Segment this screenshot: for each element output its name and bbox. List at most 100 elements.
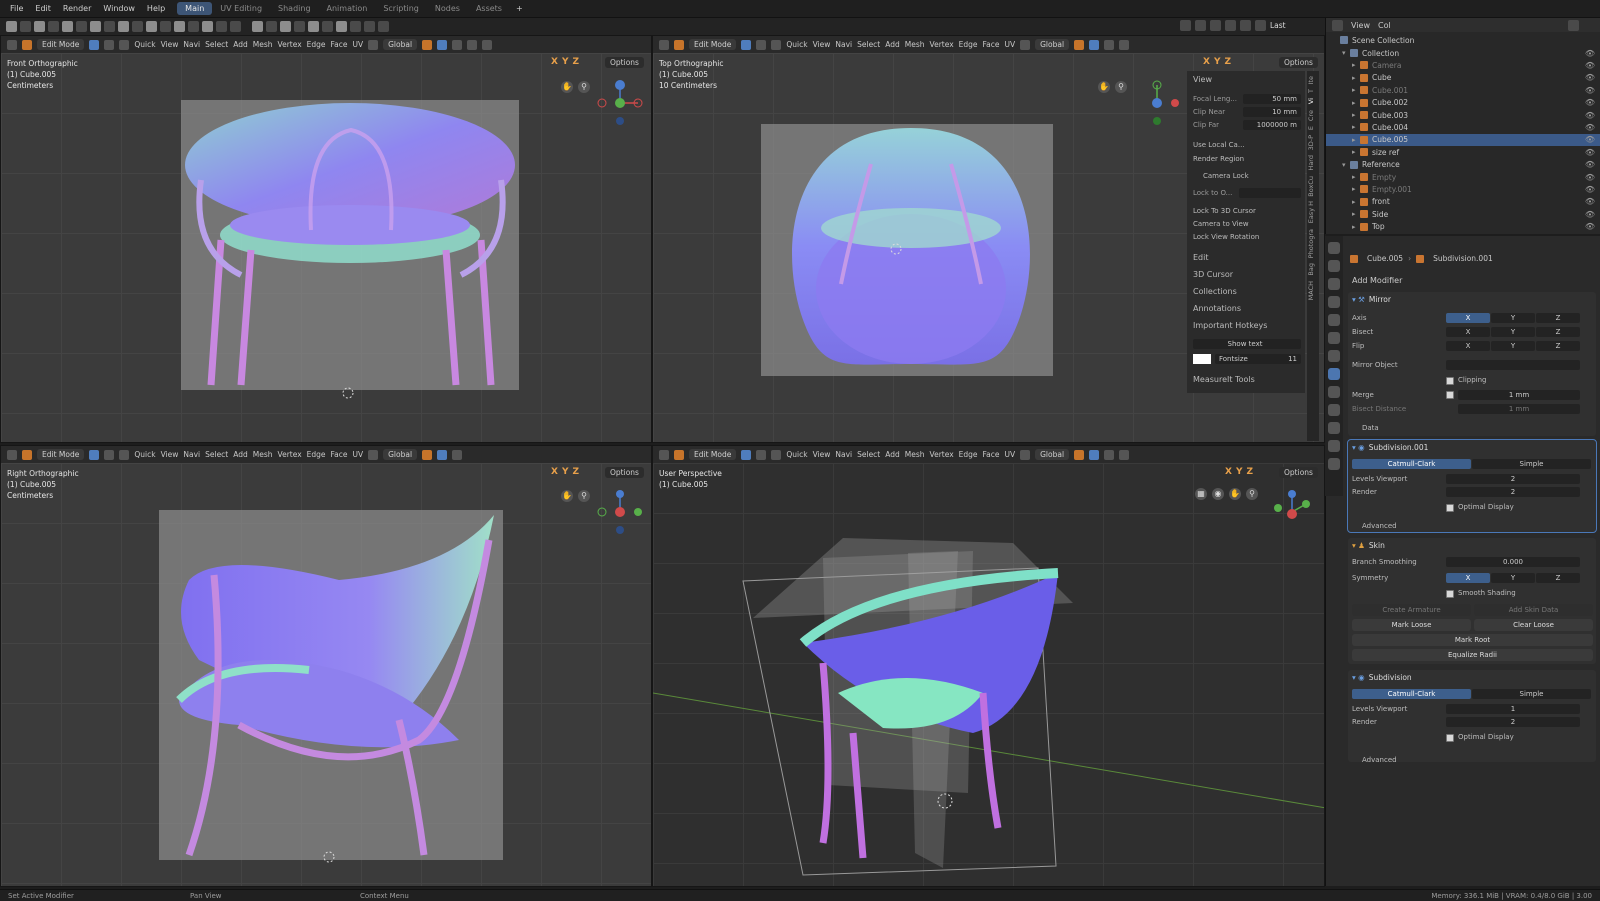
mirror-axis-z[interactable]: Z xyxy=(1536,313,1580,323)
edge-select-icon[interactable] xyxy=(104,449,115,460)
visibility-eye-icon[interactable]: 👁 xyxy=(1585,73,1595,82)
navigation-gizmo[interactable] xyxy=(1133,79,1181,127)
menu-edge[interactable]: Edge xyxy=(959,450,978,459)
menu-face[interactable]: Face xyxy=(331,450,348,459)
menu-uv[interactable]: UV xyxy=(352,40,363,49)
viewport-front[interactable]: Edit Mode Quick View Navi Select Add Mes… xyxy=(0,35,652,443)
snap-icon[interactable] xyxy=(437,449,448,460)
editor-type-icon[interactable] xyxy=(659,39,669,50)
particles-tab-icon[interactable] xyxy=(1328,386,1340,398)
outliner-row[interactable]: ▸ Cube.002 👁 xyxy=(1326,97,1600,109)
object-tab-icon[interactable] xyxy=(1328,350,1340,362)
import-icon[interactable] xyxy=(90,21,101,32)
editor-type-icon[interactable] xyxy=(7,449,17,460)
mark-root-button[interactable]: Mark Root xyxy=(1352,634,1593,646)
zoom-icon[interactable]: ⚲ xyxy=(578,81,590,93)
menu-window[interactable]: Window xyxy=(97,4,141,13)
optimal-display-checkbox[interactable] xyxy=(1446,734,1454,742)
modifier-tab-icon[interactable] xyxy=(1328,368,1340,380)
menu-vertex[interactable]: Vertex xyxy=(930,450,954,459)
lock-to-object-field[interactable] xyxy=(1239,188,1301,198)
output-tab-icon[interactable] xyxy=(1328,278,1340,290)
proportional-icon[interactable] xyxy=(452,449,463,460)
menu-view[interactable]: View xyxy=(161,450,179,459)
expand-arrow-icon[interactable]: ▸ xyxy=(1352,99,1360,107)
scene-tab-icon[interactable] xyxy=(1328,314,1340,326)
editor-type-icon[interactable] xyxy=(1332,19,1343,31)
menu-render[interactable]: Render xyxy=(57,4,97,13)
expand-arrow-icon[interactable]: ▸ xyxy=(1352,136,1360,144)
axis-y[interactable]: Y xyxy=(1214,57,1221,67)
transform-icon[interactable] xyxy=(1020,39,1031,50)
outliner-row[interactable]: ▸ Cube.001 👁 xyxy=(1326,84,1600,96)
options-dropdown[interactable]: Options xyxy=(1279,57,1318,68)
physics-tab-icon[interactable] xyxy=(1328,404,1340,416)
pivot-icon[interactable] xyxy=(1074,39,1085,50)
levels-viewport-field[interactable]: 2 xyxy=(1446,474,1580,484)
flip-y[interactable]: Y xyxy=(1491,341,1535,351)
navigation-gizmo[interactable] xyxy=(596,488,644,536)
menu-edge[interactable]: Edge xyxy=(307,450,326,459)
visibility-eye-icon[interactable]: 👁 xyxy=(1585,222,1595,231)
data-subpanel[interactable]: Data xyxy=(1362,424,1379,432)
outliner-row[interactable]: ▸ Cube.004 👁 xyxy=(1326,121,1600,133)
visibility-eye-icon[interactable]: 👁 xyxy=(1585,135,1595,144)
data-tab-icon[interactable] xyxy=(1328,440,1340,452)
symmetry-y[interactable]: Y xyxy=(1491,573,1535,583)
viewport-perspective[interactable]: Edit Mode Quick View Navi Select Add Mes… xyxy=(652,445,1325,887)
visibility-eye-icon[interactable]: 👁 xyxy=(1585,49,1595,58)
expand-arrow-icon[interactable]: ▸ xyxy=(1352,185,1360,193)
wire-icon[interactable] xyxy=(322,21,333,32)
vertex-select-icon[interactable] xyxy=(741,449,752,460)
menu-file[interactable]: File xyxy=(4,4,29,13)
overlay-icon[interactable] xyxy=(294,21,305,32)
workspace-tab-nodes[interactable]: Nodes xyxy=(427,2,468,15)
bisect-x[interactable]: X xyxy=(1446,327,1490,337)
mirror-object-field[interactable] xyxy=(1446,360,1580,370)
camera-lock-subpanel[interactable]: Camera Lock xyxy=(1203,172,1249,180)
light-icon[interactable] xyxy=(336,21,347,32)
expand-arrow-icon[interactable]: ▸ xyxy=(1352,198,1360,206)
menu-mesh[interactable]: Mesh xyxy=(905,450,925,459)
tab-photographer[interactable]: Photogra xyxy=(1307,229,1315,258)
visibility-eye-icon[interactable]: 👁 xyxy=(1585,173,1595,182)
menu-face[interactable]: Face xyxy=(983,40,1000,49)
editor-type-icon[interactable] xyxy=(7,39,17,50)
menu-add[interactable]: Add xyxy=(885,450,900,459)
clip-near-field[interactable]: 10 mm xyxy=(1243,107,1301,117)
axis-z[interactable]: Z xyxy=(572,57,579,67)
menu-edge[interactable]: Edge xyxy=(307,40,326,49)
face-select-icon[interactable] xyxy=(119,449,130,460)
zoom-icon[interactable]: ⚲ xyxy=(578,490,590,502)
orientation-dropdown[interactable]: Global xyxy=(383,39,418,50)
shading-rendered-icon[interactable] xyxy=(280,21,291,32)
use-local-camera-checkbox[interactable]: Use Local Ca... xyxy=(1193,141,1245,149)
outliner-row[interactable]: ▸ Top 👁 xyxy=(1326,221,1600,233)
measureit-section[interactable]: MeasureIt Tools xyxy=(1193,375,1255,384)
sphere-add-icon[interactable] xyxy=(146,21,157,32)
outliner-row[interactable]: ▸ Side 👁 xyxy=(1326,208,1600,220)
face-select-icon[interactable] xyxy=(771,39,782,50)
menu-vertex[interactable]: Vertex xyxy=(278,40,302,49)
tab-bag[interactable]: Bag xyxy=(1307,263,1315,276)
expand-arrow-icon[interactable]: ▾ xyxy=(1342,49,1350,57)
annotations-section[interactable]: Annotations xyxy=(1193,304,1241,313)
orientation-dropdown[interactable]: Global xyxy=(1035,39,1070,50)
render-levels-field[interactable]: 2 xyxy=(1446,717,1580,727)
visibility-eye-icon[interactable]: 👁 xyxy=(1585,86,1595,95)
grid-add-icon[interactable] xyxy=(216,21,227,32)
menu-uv[interactable]: UV xyxy=(1004,450,1015,459)
bisect-z[interactable]: Z xyxy=(1536,327,1580,337)
visibility-eye-icon[interactable]: 👁 xyxy=(1585,210,1595,219)
menu-vertex[interactable]: Vertex xyxy=(930,40,954,49)
viewport-right[interactable]: Edit Mode Quick View Navi Select Add Mes… xyxy=(0,445,652,887)
orientation-dropdown[interactable]: Global xyxy=(383,449,418,460)
catmull-clark-button[interactable]: Catmull-Clark xyxy=(1352,459,1471,469)
workspace-tab-shading[interactable]: Shading xyxy=(270,2,319,15)
menu-quick[interactable]: Quick xyxy=(134,40,155,49)
mirror-axis-x[interactable]: X xyxy=(1446,313,1490,323)
vertex-select-icon[interactable] xyxy=(741,39,752,50)
more-dropdown-icon[interactable] xyxy=(378,21,389,32)
cube-add-icon[interactable] xyxy=(118,21,129,32)
tab-hard[interactable]: Hard xyxy=(1307,155,1315,171)
